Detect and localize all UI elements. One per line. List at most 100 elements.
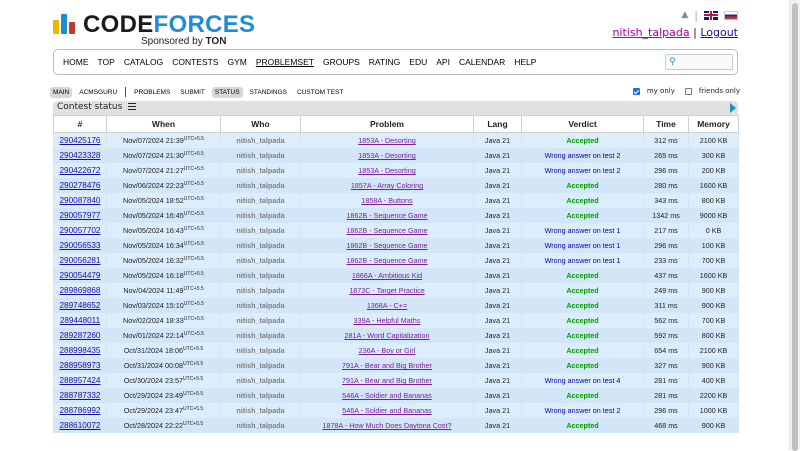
menu-edu[interactable]: EDU — [409, 57, 427, 67]
submission-id-link[interactable]: 288610072 — [60, 421, 101, 430]
who-link[interactable]: nitish_talpada — [236, 331, 284, 340]
problem-link[interactable]: 1857A - Array Coloring — [351, 181, 423, 190]
who-link[interactable]: nitish_talpada — [236, 136, 284, 145]
problem-link[interactable]: 1862B - Sequence Game — [346, 226, 427, 235]
problem-link[interactable]: 339A - Helpful Maths — [354, 316, 421, 325]
verdict-text[interactable]: Wrong answer on test 2 — [545, 151, 621, 160]
expand-arrow-icon[interactable] — [730, 103, 736, 113]
who-link[interactable]: nitish_talpada — [236, 211, 284, 220]
tab-standings[interactable]: STANDINGS — [247, 87, 290, 98]
username-link[interactable]: nitish_talpada — [612, 26, 689, 39]
problem-link[interactable]: 1853A - Desorting — [358, 136, 416, 145]
problem-link[interactable]: 1368A - C+= — [367, 301, 407, 310]
verdict-text[interactable]: Wrong answer on test 1 — [545, 256, 621, 265]
tab-status[interactable]: STATUS — [211, 86, 243, 98]
menu-groups[interactable]: GROUPS — [323, 57, 360, 67]
friends-only-checkbox[interactable] — [684, 87, 692, 95]
my-only-checkbox[interactable] — [632, 87, 640, 95]
menu-calendar[interactable]: CALENDAR — [459, 57, 505, 67]
submission-id-link[interactable]: 290425176 — [60, 136, 101, 145]
tab-main[interactable]: MAIN — [50, 86, 73, 98]
menu-contests[interactable]: CONTESTS — [172, 57, 218, 67]
my-only-filter[interactable]: my only — [632, 87, 675, 95]
who-link[interactable]: nitish_talpada — [236, 271, 284, 280]
who-link[interactable]: nitish_talpada — [236, 376, 284, 385]
menu-rating[interactable]: RATING — [369, 57, 400, 67]
tab-submit[interactable]: SUBMIT — [177, 87, 208, 98]
submission-id-link[interactable]: 288957424 — [60, 376, 101, 385]
verdict-text[interactable]: Wrong answer on test 2 — [545, 166, 621, 175]
problem-link[interactable]: 546A - Soldier and Bananas — [342, 406, 432, 415]
who-link[interactable]: nitish_talpada — [236, 406, 284, 415]
problem-link[interactable]: 1853A - Desorting — [358, 166, 416, 175]
problem-link[interactable]: 1878A - How Much Does Daytona Cost? — [322, 421, 451, 430]
verdict-text[interactable]: Wrong answer on test 4 — [545, 376, 621, 385]
english-flag-icon[interactable] — [704, 10, 718, 20]
submission-id-link[interactable]: 289287260 — [60, 331, 101, 340]
who-link[interactable]: nitish_talpada — [236, 301, 284, 310]
search-input[interactable]: ⚲ — [665, 54, 733, 70]
problem-link[interactable]: 791A - Bear and Big Brother — [342, 376, 432, 385]
submission-id-link[interactable]: 289869868 — [60, 286, 101, 295]
problem-link[interactable]: 1862B - Sequence Game — [346, 211, 427, 220]
submission-id-link[interactable]: 288998435 — [60, 346, 101, 355]
verdict-text[interactable]: Wrong answer on test 1 — [545, 226, 621, 235]
submission-id-link[interactable]: 290087840 — [60, 196, 101, 205]
menu-gym[interactable]: GYM — [227, 57, 246, 67]
who-link[interactable]: nitish_talpada — [236, 286, 284, 295]
submission-id-link[interactable]: 290278476 — [60, 181, 101, 190]
problem-link[interactable]: 1862B - Sequence Game — [346, 241, 427, 250]
tab-problems[interactable]: PROBLEMS — [131, 87, 173, 98]
verdict-text[interactable]: Wrong answer on test 1 — [545, 241, 621, 250]
menu-home[interactable]: HOME — [63, 57, 89, 67]
problem-link[interactable]: 1873C - Target Practice — [349, 286, 424, 295]
submission-id-link[interactable]: 290056533 — [60, 241, 101, 250]
submission-id-link[interactable]: 290054479 — [60, 271, 101, 280]
menu-top[interactable]: TOP — [98, 57, 115, 67]
submission-id-link[interactable]: 290057702 — [60, 226, 101, 235]
submission-id-link[interactable]: 290422672 — [60, 166, 101, 175]
who-link[interactable]: nitish_talpada — [236, 196, 284, 205]
submission-id-link[interactable]: 290057977 — [60, 211, 101, 220]
who-link[interactable]: nitish_talpada — [236, 151, 284, 160]
who-link[interactable]: nitish_talpada — [236, 226, 284, 235]
who-link[interactable]: nitish_talpada — [236, 256, 284, 265]
notification-bell-icon[interactable]: ▲ — [680, 11, 688, 20]
who-link[interactable]: nitish_talpada — [236, 361, 284, 370]
scrollbar-thumb[interactable] — [792, 3, 798, 451]
submission-id-link[interactable]: 290423328 — [60, 151, 101, 160]
page-scrollbar[interactable] — [789, 0, 800, 451]
who-link[interactable]: nitish_talpada — [236, 166, 284, 175]
menu-problemset[interactable]: PROBLEMSET — [256, 57, 314, 67]
problem-link[interactable]: 1866A - Ambitious Kid — [352, 271, 422, 280]
problem-link[interactable]: 546A - Soldier and Bananas — [342, 391, 432, 400]
submission-id-link[interactable]: 290056281 — [60, 256, 101, 265]
who-link[interactable]: nitish_talpada — [236, 421, 284, 430]
submission-id-link[interactable]: 288786992 — [60, 406, 101, 415]
menu-catalog[interactable]: CATALOG — [124, 57, 163, 67]
who-link[interactable]: nitish_talpada — [236, 346, 284, 355]
submission-id-link[interactable]: 288958973 — [60, 361, 101, 370]
logout-link[interactable]: Logout — [700, 26, 738, 39]
problem-link[interactable]: 791A - Bear and Big Brother — [342, 361, 432, 370]
submission-id-link[interactable]: 289448011 — [60, 316, 100, 325]
verdict-text[interactable]: Wrong answer on test 2 — [545, 406, 621, 415]
tab-custom-test[interactable]: CUSTOM TEST — [294, 87, 346, 98]
who-link[interactable]: nitish_talpada — [236, 391, 284, 400]
menu-api[interactable]: API — [436, 57, 450, 67]
problem-link[interactable]: 1853A - Desorting — [358, 151, 416, 160]
russian-flag-icon[interactable] — [724, 10, 738, 20]
submission-id-link[interactable]: 288787332 — [60, 391, 101, 400]
who-link[interactable]: nitish_talpada — [236, 181, 284, 190]
problem-link[interactable]: 1858A - Buttons — [361, 196, 412, 205]
problem-link[interactable]: 236A - Boy or Girl — [359, 346, 416, 355]
friends-only-filter[interactable]: friends only — [684, 87, 740, 95]
who-link[interactable]: nitish_talpada — [236, 241, 284, 250]
problem-link[interactable]: 1862B - Sequence Game — [346, 256, 427, 265]
tab-acmsguru[interactable]: ACMSGURU — [76, 87, 120, 98]
submission-id-link[interactable]: 289748652 — [60, 301, 101, 310]
problem-link[interactable]: 281A - Word Capitalization — [345, 331, 430, 340]
who-link[interactable]: nitish_talpada — [236, 316, 284, 325]
menu-help[interactable]: HELP — [514, 57, 536, 67]
list-icon[interactable] — [128, 103, 137, 110]
